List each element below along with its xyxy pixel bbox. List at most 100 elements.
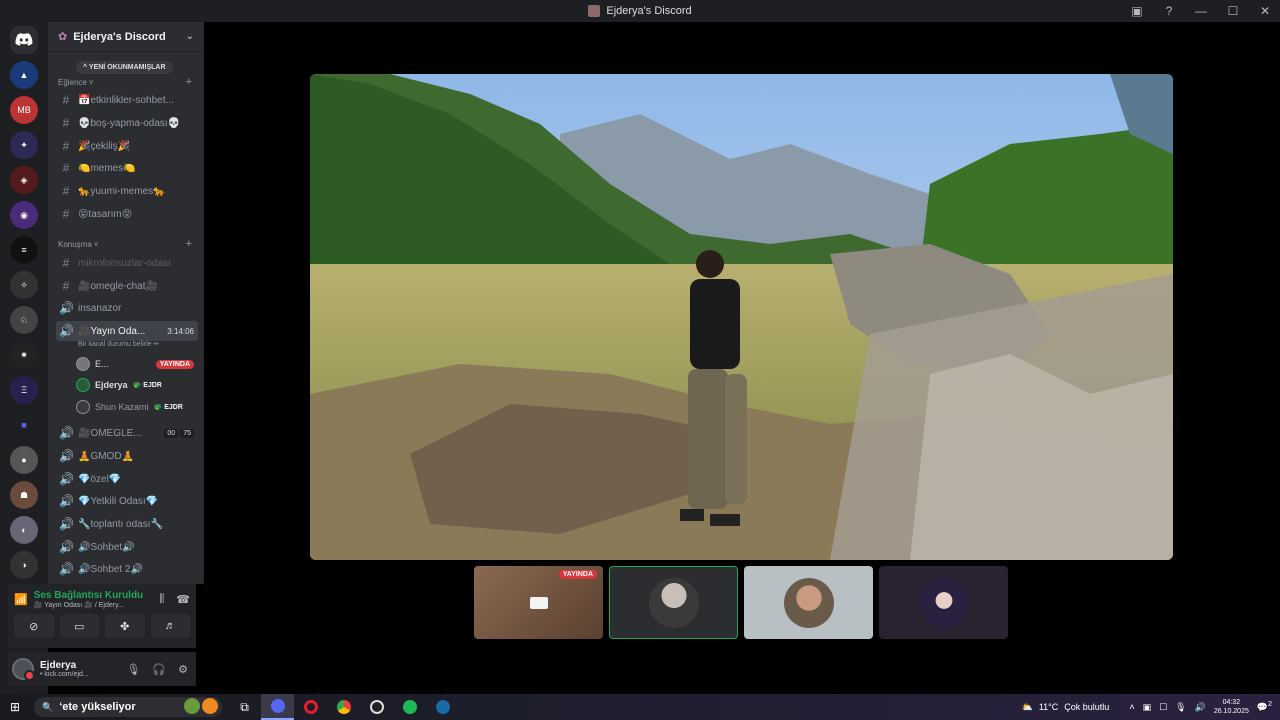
server-icon-3[interactable]: ✦	[10, 131, 38, 159]
voice-channel[interactable]: 🔊 🔊Sohbet 2🔊	[56, 559, 198, 579]
avatar[interactable]	[12, 658, 35, 681]
voice-channel[interactable]: 🔊 💎özel💎	[56, 469, 198, 489]
server-icon-11[interactable]: ●	[10, 446, 38, 474]
server-icon-7[interactable]: ✧	[10, 271, 38, 299]
clock[interactable]: 04:32 26.10.2025	[1214, 698, 1249, 716]
windows-start-icon[interactable]: ⊞	[0, 700, 30, 714]
server-icon-10[interactable]: Ξ	[10, 376, 38, 404]
hashtag-icon: #	[62, 279, 70, 293]
server-icon-1[interactable]: ▲	[10, 61, 38, 89]
gear-icon[interactable]: ⚙	[178, 663, 188, 676]
voice-channel[interactable]: 🔊 🎥OMEGLE... 00 75	[56, 423, 198, 443]
channel-name: 🧘GMOD🧘	[78, 450, 135, 462]
tray-app-icon[interactable]: ▣	[1143, 702, 1152, 713]
server-icon	[588, 5, 601, 17]
help-icon[interactable]: ?	[1162, 4, 1176, 18]
taskbar-search[interactable]: 🔍 ‘ete yükseliyor	[34, 697, 222, 717]
server-header[interactable]: ✿ Ejderya's Discord ⌄	[48, 22, 204, 52]
speaker-icon: 🔊	[59, 517, 74, 531]
hashtag-icon: #	[62, 207, 70, 221]
server-icon-5[interactable]: ◉	[10, 201, 38, 229]
voice-user[interactable]: Ejderya 🐲 EJDR	[76, 376, 194, 394]
server-icon-12[interactable]: ☗	[10, 481, 38, 509]
category-fun[interactable]: Eğlence ˅ +	[58, 77, 192, 88]
voice-user[interactable]: E... YAYINDA	[76, 355, 194, 373]
soundboard-button[interactable]: ♬	[150, 614, 190, 638]
folder-icon[interactable]: ■	[10, 411, 38, 439]
channel-item[interactable]: # 🎉çekiliş🎉	[56, 136, 198, 156]
channel-status[interactable]: Bir kanal durumu belirle ✏	[78, 340, 159, 348]
channel-name: 🔊Sohbet 2🔊	[78, 563, 143, 575]
channel-item[interactable]: # 🍋memes🍋	[56, 158, 198, 178]
person-figure	[680, 250, 747, 526]
thumbnail-user[interactable]	[879, 566, 1008, 639]
add-channel-icon[interactable]: +	[186, 77, 192, 88]
channel-item[interactable]: # 📅etkinlikler-sohbet...	[56, 90, 198, 110]
thumbnail-stream[interactable]: YAYINDA	[474, 566, 603, 639]
voice-user[interactable]: Shun Kazami 🐲 EJDR	[76, 398, 194, 416]
network-icon[interactable]: ☐	[1159, 702, 1167, 713]
channel-item[interactable]: 🔊 insanazor	[56, 298, 198, 318]
thumbnail-user[interactable]	[744, 566, 873, 639]
taskbar-apps: ⧉	[228, 694, 459, 720]
chevron-down-icon[interactable]: ⌄	[186, 31, 194, 42]
username[interactable]: Ejderya	[40, 660, 89, 671]
weather-widget[interactable]: ⛅ 11°C Çok bulutlu	[1022, 702, 1110, 713]
server-icon-13[interactable]: ◐	[10, 516, 38, 544]
server-icon-4[interactable]: ◈	[10, 166, 38, 194]
volume-icon[interactable]: 🔊	[1195, 702, 1206, 713]
noise-suppression-icon[interactable]: ⫼	[159, 593, 164, 606]
server-icon-9[interactable]: ✷	[10, 341, 38, 369]
channel-item[interactable]: # 🎥omegle-chat🎥	[56, 276, 198, 296]
screen-share-button[interactable]: ▭	[59, 614, 99, 638]
voice-channel[interactable]: 🔊 🔊Sohbet🔊	[56, 537, 198, 557]
steam-taskbar-icon[interactable]	[426, 694, 459, 720]
inbox-icon[interactable]: ▣	[1130, 4, 1144, 18]
chevron-icon: ˅	[88, 78, 94, 87]
windows-taskbar: ⊞ 🔍 ‘ete yükseliyor ⧉ ⛅ 11°C Çok bulutlu…	[0, 694, 1280, 720]
voice-channel[interactable]: 🔊 💎Yetkili Odası💎	[56, 491, 198, 511]
server-name: Ejderya's Discord	[73, 30, 166, 43]
notification-icon[interactable]: 💬2	[1257, 701, 1272, 713]
channel-item[interactable]: # mikrofonsuzlar-odası	[56, 253, 198, 273]
task-view-icon[interactable]: ⧉	[228, 694, 261, 720]
channel-item[interactable]: # 😝tasarım😝	[56, 204, 198, 224]
discord-taskbar-icon[interactable]	[261, 694, 294, 720]
microphone-icon[interactable]: 🎙	[1175, 702, 1186, 713]
server-icon-14[interactable]: ◑	[10, 551, 38, 579]
hashtag-icon: #	[62, 93, 70, 107]
category-label: Eğlence	[58, 78, 87, 87]
user-status: • kick.com/ejd...	[40, 671, 89, 678]
minimize-button[interactable]: —	[1194, 4, 1208, 18]
voice-channel-path[interactable]: 🎥 Yayın Odası 🎥 / Ejdery...	[34, 601, 143, 609]
voice-channel[interactable]: 🔊 🔧toplantı odası🔧	[56, 514, 198, 534]
thumbnail-speaking-user[interactable]	[609, 566, 738, 639]
camera-off-button[interactable]: ⊘	[14, 614, 54, 638]
voice-status[interactable]: Ses Bağlantısı Kuruldu	[34, 590, 143, 601]
maximize-button[interactable]: ☐	[1226, 4, 1240, 18]
obs-taskbar-icon[interactable]	[360, 694, 393, 720]
activities-button[interactable]: ✤	[105, 614, 145, 638]
server-icon-6[interactable]: ≡	[10, 236, 38, 264]
unread-messages-pill[interactable]: ^ YENİ OKUNMAMIŞLAR	[76, 61, 173, 74]
category-talk[interactable]: Konuşma ˅ +	[58, 239, 192, 250]
server-icon-megabonk[interactable]: MB	[10, 96, 38, 124]
disconnect-icon[interactable]: ☎	[176, 593, 190, 606]
chrome-taskbar-icon[interactable]	[327, 694, 360, 720]
voice-user-name: Shun Kazami	[95, 402, 149, 412]
voice-channel-active[interactable]: 🔊 🎥Yayın Oda... 3:14:06	[56, 321, 198, 341]
spotify-taskbar-icon[interactable]	[393, 694, 426, 720]
headphones-icon[interactable]: 🎧	[152, 663, 166, 676]
signal-icon[interactable]: 📶	[14, 593, 28, 606]
server-icon-8[interactable]: ♘	[10, 306, 38, 334]
channel-item[interactable]: # 🐆yuumi-memes🐆	[56, 181, 198, 201]
close-button[interactable]: ✕	[1258, 4, 1272, 18]
microphone-icon[interactable]: 🎙	[126, 663, 140, 676]
voice-channel[interactable]: 🔊 🧘GMOD🧘	[56, 446, 198, 466]
opera-taskbar-icon[interactable]	[294, 694, 327, 720]
chevron-up-icon[interactable]: ˄	[1129, 702, 1134, 712]
channel-item[interactable]: # 💀boş-yapma-odası💀	[56, 113, 198, 133]
stream-video[interactable]	[310, 74, 1173, 560]
discord-home-icon[interactable]	[10, 26, 38, 54]
add-channel-icon[interactable]: +	[186, 239, 192, 250]
